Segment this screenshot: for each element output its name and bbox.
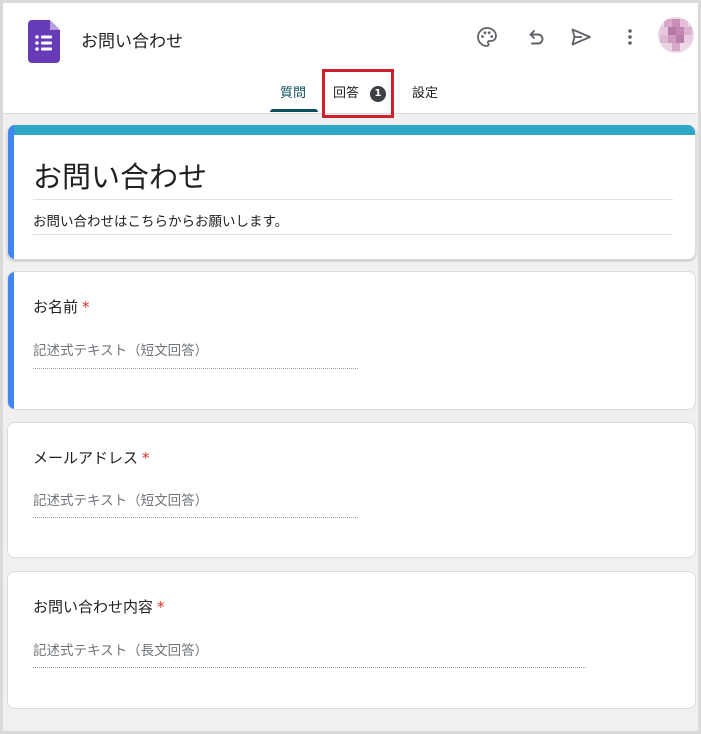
app-header: お問い合わせ 質問 回答 1 設定 [3,3,698,118]
focus-accent-bar [8,125,14,259]
required-mark: * [82,298,90,316]
tab-settings[interactable]: 設定 [412,84,438,104]
answer-placeholder: 記述式テキスト（短文回答） [33,493,209,509]
screenshot-frame: お問い合わせ 質問 回答 1 設定 お問い合わせ お問い合わせはこちらからお願い… [0,0,701,734]
question-title: お問い合わせ内容 * [33,596,165,618]
question-card-name[interactable]: お名前 * 記述式テキスト（短文回答） [7,271,696,410]
answer-underline [33,517,358,518]
response-count-badge: 1 [370,86,387,102]
active-tab-indicator [270,109,318,112]
forms-logo-icon[interactable] [28,20,60,63]
undo-icon[interactable] [521,23,549,51]
send-icon[interactable] [567,23,595,51]
tab-responses[interactable]: 回答 1 [333,84,387,104]
question-title: メールアドレス * [33,447,150,469]
answer-underline [33,667,586,668]
title-underline [33,199,673,200]
required-mark: * [157,598,165,616]
tab-questions-label: 質問 [280,86,307,101]
form-title-card[interactable]: お問い合わせ お問い合わせはこちらからお願いします。 [7,125,696,260]
answer-placeholder: 記述式テキスト（長文回答） [33,643,209,659]
theme-color-bar [8,125,695,135]
question-title: お名前 * [33,296,90,318]
answer-placeholder: 記述式テキスト（短文回答） [33,343,209,359]
app-title[interactable]: お問い合わせ [81,30,183,54]
required-mark: * [142,449,150,467]
question-card-email[interactable]: メールアドレス * 記述式テキスト（短文回答） [7,422,696,558]
avatar[interactable] [658,17,694,53]
answer-underline [33,368,358,369]
tab-settings-label: 設定 [412,86,439,101]
question-title-text: お名前 [33,298,79,316]
focus-accent-bar [8,272,14,409]
palette-icon[interactable] [473,23,501,51]
more-vert-icon[interactable] [616,23,644,51]
tab-responses-label: 回答 [333,86,360,101]
form-title[interactable]: お問い合わせ [33,157,207,197]
form-description[interactable]: お問い合わせはこちらからお願いします。 [33,212,288,232]
description-underline [33,234,673,235]
question-title-text: メールアドレス [33,449,139,467]
question-card-inquiry[interactable]: お問い合わせ内容 * 記述式テキスト（長文回答） [7,571,696,709]
tab-questions[interactable]: 質問 [280,84,306,104]
question-title-text: お問い合わせ内容 [33,598,154,616]
